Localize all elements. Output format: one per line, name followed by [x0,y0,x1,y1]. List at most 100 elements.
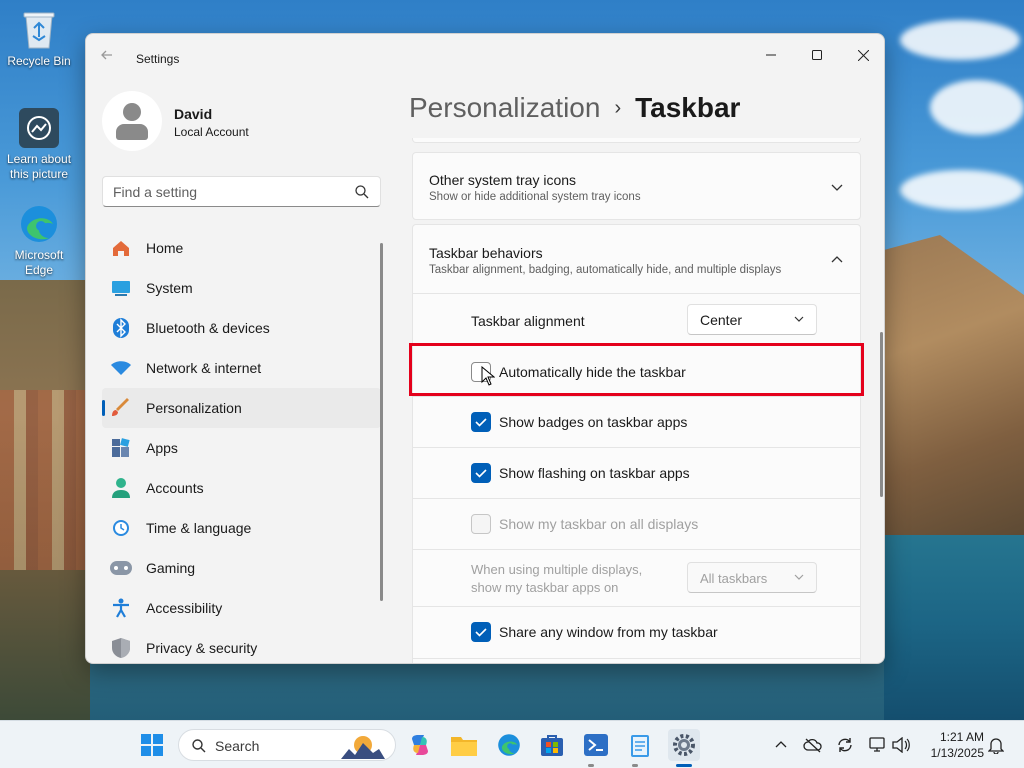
multi-display-dropdown[interactable]: All taskbars [687,562,817,593]
all-displays-label: Show my taskbar on all displays [499,516,699,532]
accounts-icon [110,477,132,499]
dropdown-value: Center [700,312,743,328]
row-taskbar-alignment: Taskbar alignment Center [412,294,861,346]
search-highlight-icon [341,736,385,759]
taskbar-store[interactable] [536,729,568,761]
checkmark-icon [475,418,487,427]
card-title: Other system tray icons [429,172,577,188]
taskbar-edge[interactable] [493,729,525,761]
start-button[interactable] [136,729,168,761]
powershell-running-indicator [588,764,594,767]
settings-content: Other system tray icons Show or hide add… [412,138,862,663]
desktop-icon-learn-about-picture[interactable]: Learn about this picture [1,108,77,182]
sidebar-item-privacy[interactable]: Privacy & security [102,628,381,663]
desktop-icon-label: Learn about this picture [6,152,72,181]
maximize-button[interactable] [794,40,840,70]
sidebar-item-bluetooth[interactable]: Bluetooth & devices [102,308,381,348]
search-box [102,176,381,207]
sync-icon [838,738,852,752]
copilot-icon [412,735,428,755]
taskbar-settings[interactable] [668,729,700,761]
content-scrollbar[interactable] [880,332,883,497]
sidebar-scrollbar[interactable] [380,243,383,601]
network-icon [869,737,885,752]
chevron-down-icon [794,574,804,580]
checkmark-icon [475,628,487,637]
search-icon [192,739,206,753]
gear-icon [673,734,695,756]
multi-display-label-line2: show my taskbar apps on [471,580,619,595]
sidebar-item-home[interactable]: Home [102,228,381,268]
row-all-displays: Show my taskbar on all displays [412,499,861,550]
all-displays-checkbox[interactable] [471,514,491,534]
bell-icon [988,738,1004,754]
desktop-icon-edge[interactable]: Microsoft Edge [1,204,77,278]
terminal-icon [584,734,608,756]
gamepad-icon [110,557,132,579]
dropdown-value: All taskbars [700,571,768,586]
sidebar-item-label: Apps [146,440,178,456]
sidebar-item-personalization[interactable]: Personalization [102,388,381,428]
title-bar: Settings [86,34,884,82]
desktop-icon-recycle-bin[interactable]: Recycle Bin [1,10,77,69]
update-tray[interactable] [835,735,855,755]
row-show-flashing: Show flashing on taskbar apps [412,448,861,499]
back-button[interactable] [100,48,120,68]
cloud-offline-icon [803,738,822,753]
taskbar-notepad[interactable] [624,729,656,761]
window-title: Settings [136,52,180,66]
show-flashing-checkbox[interactable] [471,463,491,483]
card-taskbar-behaviors[interactable]: Taskbar behaviors Taskbar alignment, bad… [412,224,861,294]
network-tray[interactable] [868,735,888,755]
settings-running-indicator [676,764,692,767]
close-button[interactable] [840,40,884,70]
avatar [102,91,162,151]
taskbar-alignment-label: Taskbar alignment [471,313,585,329]
system-clock[interactable]: 1:21 AM 1/13/2025 [920,729,984,761]
onedrive-tray[interactable] [803,735,823,755]
sidebar-item-accessibility[interactable]: Accessibility [102,588,381,628]
taskbar-file-explorer[interactable] [448,729,480,761]
desktop-icon-label: Recycle Bin [7,54,71,68]
row-multi-display: When using multiple displays, show my ta… [412,550,861,607]
sidebar-item-label: Accessibility [146,600,223,616]
sidebar-item-label: Bluetooth & devices [146,320,270,336]
taskbar-search[interactable]: Search [178,729,396,761]
volume-tray[interactable] [891,735,911,755]
show-hidden-icons-button[interactable] [771,735,791,755]
sidebar-item-system[interactable]: System [102,268,381,308]
user-name: David [174,106,213,122]
minimize-button[interactable] [748,40,794,70]
card-subtitle: Taskbar alignment, badging, automaticall… [429,264,782,276]
search-icon[interactable] [354,184,370,200]
camera-info-icon [19,108,59,148]
card-other-system-tray-icons[interactable]: Other system tray icons Show or hide add… [412,152,861,220]
chevron-up-icon[interactable] [830,253,844,267]
wifi-icon [110,357,132,379]
sidebar-item-time-language[interactable]: Time & language [102,508,381,548]
taskbar-alignment-dropdown[interactable]: Center [687,304,817,335]
cloud [900,20,1020,60]
taskbar-powershell[interactable] [580,729,612,761]
notepad-running-indicator [632,764,638,767]
taskbar-copilot[interactable] [404,729,436,761]
share-window-checkbox[interactable] [471,622,491,642]
show-badges-checkbox[interactable] [471,412,491,432]
checkmark-icon [475,469,487,478]
windows-logo-icon [141,734,163,756]
chevron-down-icon[interactable] [830,180,844,194]
search-input[interactable] [113,183,343,201]
sidebar-item-accounts[interactable]: Accounts [102,468,381,508]
taskbar: Search 1:21 AM 1/13/2025 [0,720,1024,768]
show-flashing-label: Show flashing on taskbar apps [499,465,690,481]
notifications-button[interactable] [986,735,1006,755]
sidebar-item-apps[interactable]: Apps [102,428,381,468]
show-badges-label: Show badges on taskbar apps [499,414,688,430]
maximize-icon [812,50,822,60]
sidebar-item-gaming[interactable]: Gaming [102,548,381,588]
sidebar-item-network[interactable]: Network & internet [102,348,381,388]
breadcrumb-parent[interactable]: Personalization [409,92,600,123]
row-show-badges: Show badges on taskbar apps [412,397,861,448]
sidebar-item-label: System [146,280,193,296]
user-profile[interactable]: David Local Account [102,91,372,151]
